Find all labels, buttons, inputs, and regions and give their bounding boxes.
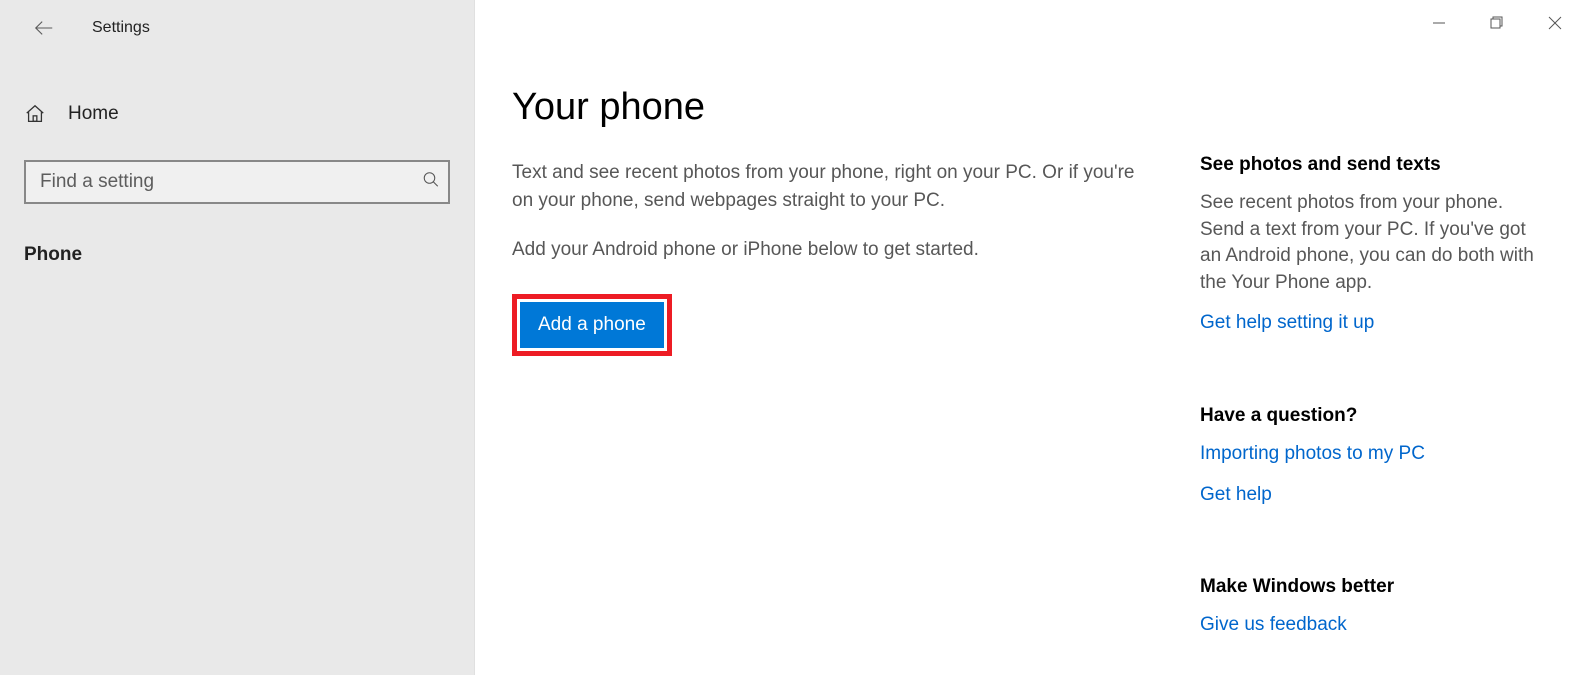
side-pane: See photos and send texts See recent pho…: [1200, 154, 1560, 653]
window-controls: [1410, 0, 1584, 46]
search-wrap: [24, 160, 450, 204]
page-description-1: Text and see recent photos from your pho…: [512, 159, 1142, 214]
sidebar-home[interactable]: Home: [0, 92, 474, 136]
page-title: Your phone: [512, 86, 1584, 129]
link-get-help[interactable]: Get help: [1200, 482, 1560, 509]
link-importing-photos[interactable]: Importing photos to my PC: [1200, 441, 1560, 468]
add-phone-highlight: Add a phone: [512, 294, 672, 356]
home-icon: [24, 102, 68, 126]
link-get-help-setting-up[interactable]: Get help setting it up: [1200, 310, 1560, 337]
side-heading: Make Windows better: [1200, 576, 1560, 598]
sidebar-item-label: Phone: [24, 244, 82, 265]
page-description-2: Add your Android phone or iPhone below t…: [512, 236, 1142, 264]
search-icon: [422, 171, 440, 194]
minimize-button[interactable]: [1410, 0, 1468, 46]
sidebar-header: Settings: [0, 0, 474, 56]
side-heading: Have a question?: [1200, 405, 1560, 427]
maximize-button[interactable]: [1468, 0, 1526, 46]
sidebar: Settings Home Phone: [0, 0, 475, 675]
side-section-photos-texts: See photos and send texts See recent pho…: [1200, 154, 1560, 337]
back-arrow-icon: [33, 17, 55, 39]
side-heading: See photos and send texts: [1200, 154, 1560, 176]
side-section-question: Have a question? Importing photos to my …: [1200, 405, 1560, 508]
back-button[interactable]: [24, 8, 64, 48]
search-input[interactable]: [24, 160, 450, 204]
close-button[interactable]: [1526, 0, 1584, 46]
link-give-feedback[interactable]: Give us feedback: [1200, 612, 1560, 639]
window-title: Settings: [92, 19, 150, 37]
side-body: See recent photos from your phone. Send …: [1200, 190, 1550, 296]
side-section-feedback: Make Windows better Give us feedback: [1200, 576, 1560, 639]
add-phone-button[interactable]: Add a phone: [520, 302, 664, 348]
sidebar-home-label: Home: [68, 103, 119, 125]
sidebar-item-phone[interactable]: Phone: [0, 234, 474, 276]
